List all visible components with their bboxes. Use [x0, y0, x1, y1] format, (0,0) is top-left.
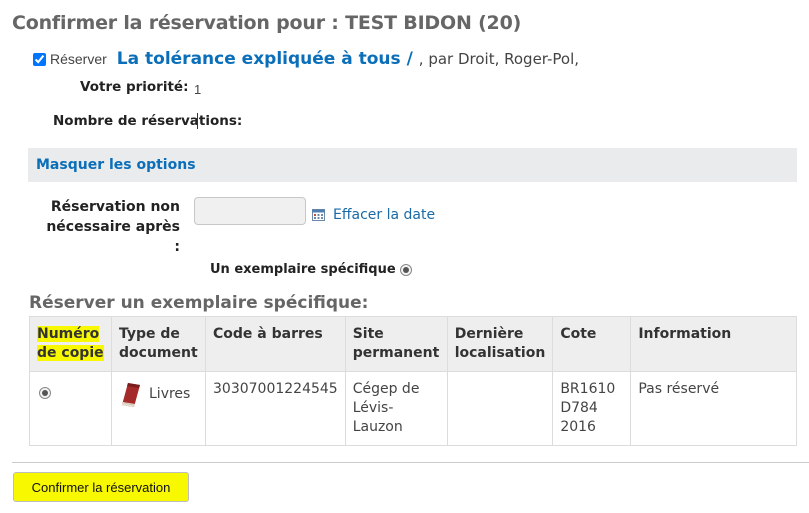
items-table-header: Numéro de copie Type de document Code à …	[29, 316, 797, 372]
col-last-location-line2: localisation	[454, 345, 546, 361]
not-needed-after-date-input[interactable]	[194, 197, 306, 225]
book-title-link[interactable]: La tolérance expliquée à tous /	[117, 49, 413, 69]
home-library-line2: Lévis-Lauzon	[352, 400, 403, 435]
callnumber-line2: D784 2016	[560, 400, 598, 435]
book-icon	[122, 383, 140, 407]
cell-last-location	[446, 371, 554, 446]
doc-type: Livres	[119, 380, 198, 408]
col-doc-type-line1: Type de	[119, 326, 180, 342]
reserve-label: Réserver	[50, 51, 107, 67]
col-last-location-line1: Dernière	[454, 326, 524, 342]
col-doc-type-line2: document	[119, 345, 198, 361]
book-author: , par Droit, Roger-Pol,	[418, 50, 580, 68]
copy-select-radio[interactable]	[39, 387, 51, 399]
items-table: Numéro de copie Type de document Code à …	[29, 316, 797, 446]
options-bar: Masquer les options	[28, 148, 797, 182]
page-title: Confirmer la réservation pour : TEST BID…	[12, 12, 522, 34]
hide-options-link[interactable]: Masquer les options	[36, 157, 196, 173]
cell-barcode: 30307001224545	[205, 371, 346, 446]
priority-value: 1	[194, 82, 202, 97]
table-row: Livres 30307001224545 Cégep de Lévis-Lau…	[29, 371, 797, 446]
home-library-line1: Cégep de	[352, 381, 420, 397]
hold-title-line: Réserver La tolérance expliquée à tous /…	[33, 47, 579, 71]
cell-doc-type: Livres	[111, 371, 206, 446]
not-needed-after-label-line2: nécessaire après :	[46, 219, 180, 255]
holds-count-label: Nombre de réservations:	[53, 113, 243, 129]
col-copy-number: Numéro de copie	[29, 316, 112, 372]
col-home-library: Site permanent	[344, 316, 448, 372]
col-callnumber: Cote	[552, 316, 632, 372]
specific-item-radio[interactable]	[399, 263, 412, 276]
callnumber-line1: BR1610	[560, 381, 616, 397]
col-home-library-line2: permanent	[352, 345, 440, 361]
priority-label: Votre priorité:	[80, 79, 189, 95]
reserve-checkbox[interactable]	[33, 52, 46, 66]
specific-item-heading: Réserver un exemplaire spécifique:	[29, 293, 369, 313]
col-copy-number-line1: Numéro	[37, 326, 100, 342]
cell-information: Pas réservé	[630, 371, 797, 446]
col-information: Information	[630, 316, 797, 372]
cell-callnumber: BR1610 D784 2016	[552, 371, 632, 446]
doc-type-label: Livres	[149, 385, 191, 402]
specific-item-option: Un exemplaire spécifique	[210, 262, 412, 277]
col-last-location: Dernière localisation	[446, 316, 554, 372]
specific-item-label: Un exemplaire spécifique	[210, 262, 396, 277]
calendar-icon[interactable]	[312, 209, 325, 221]
footer-divider	[12, 462, 809, 463]
cell-home-library: Cégep de Lévis-Lauzon	[344, 371, 448, 446]
confirm-hold-button[interactable]: Confirmer la réservation	[13, 472, 189, 502]
text-cursor	[197, 113, 200, 129]
col-barcode: Code à barres	[205, 316, 346, 372]
cell-copy-select	[29, 371, 112, 446]
not-needed-after-label: Réservation non nécessaire après :	[40, 197, 180, 257]
col-doc-type: Type de document	[111, 316, 206, 372]
col-home-library-line1: Site	[352, 326, 384, 342]
col-copy-number-line2: de copie	[37, 345, 104, 361]
not-needed-after-label-line1: Réservation non	[50, 199, 180, 215]
clear-date-link[interactable]: Effacer la date	[333, 207, 435, 223]
